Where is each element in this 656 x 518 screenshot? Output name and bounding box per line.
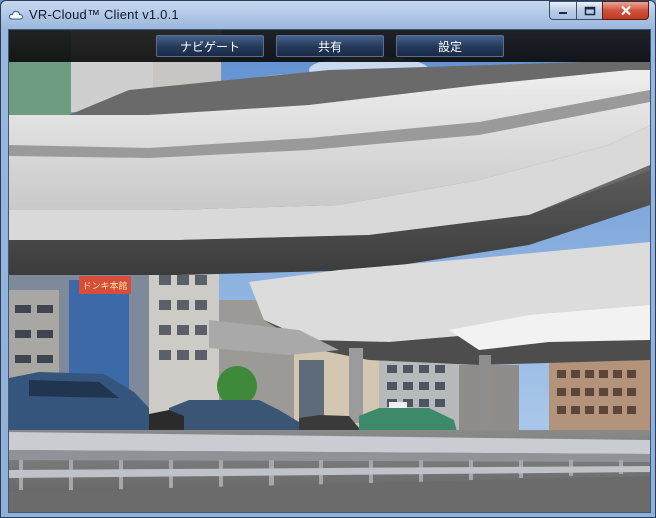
app-window: VR-Cloud™ Client v1.0.1 ドンキ本館 ナビゲート 共有 設… <box>0 0 656 518</box>
close-button[interactable] <box>602 1 649 20</box>
viewport[interactable]: ドンキ本館 ナビゲート 共有 設定 <box>8 29 651 513</box>
settings-button[interactable]: 設定 <box>396 35 504 57</box>
window-title: VR-Cloud™ Client v1.0.1 <box>29 7 179 22</box>
maximize-icon <box>584 6 595 15</box>
share-button[interactable]: 共有 <box>276 35 384 57</box>
maximize-button[interactable] <box>576 1 602 20</box>
city-3d-scene[interactable]: ドンキ本館 <box>9 30 650 512</box>
minimize-button[interactable] <box>549 1 576 20</box>
toolbar: ナビゲート 共有 設定 <box>9 30 650 62</box>
cloud-icon <box>9 10 23 20</box>
navigate-button[interactable]: ナビゲート <box>156 35 264 57</box>
minimize-icon <box>559 11 567 14</box>
title-bar[interactable]: VR-Cloud™ Client v1.0.1 <box>1 1 655 29</box>
billboard-text: ドンキ本館 <box>82 280 127 292</box>
close-icon <box>620 5 631 16</box>
